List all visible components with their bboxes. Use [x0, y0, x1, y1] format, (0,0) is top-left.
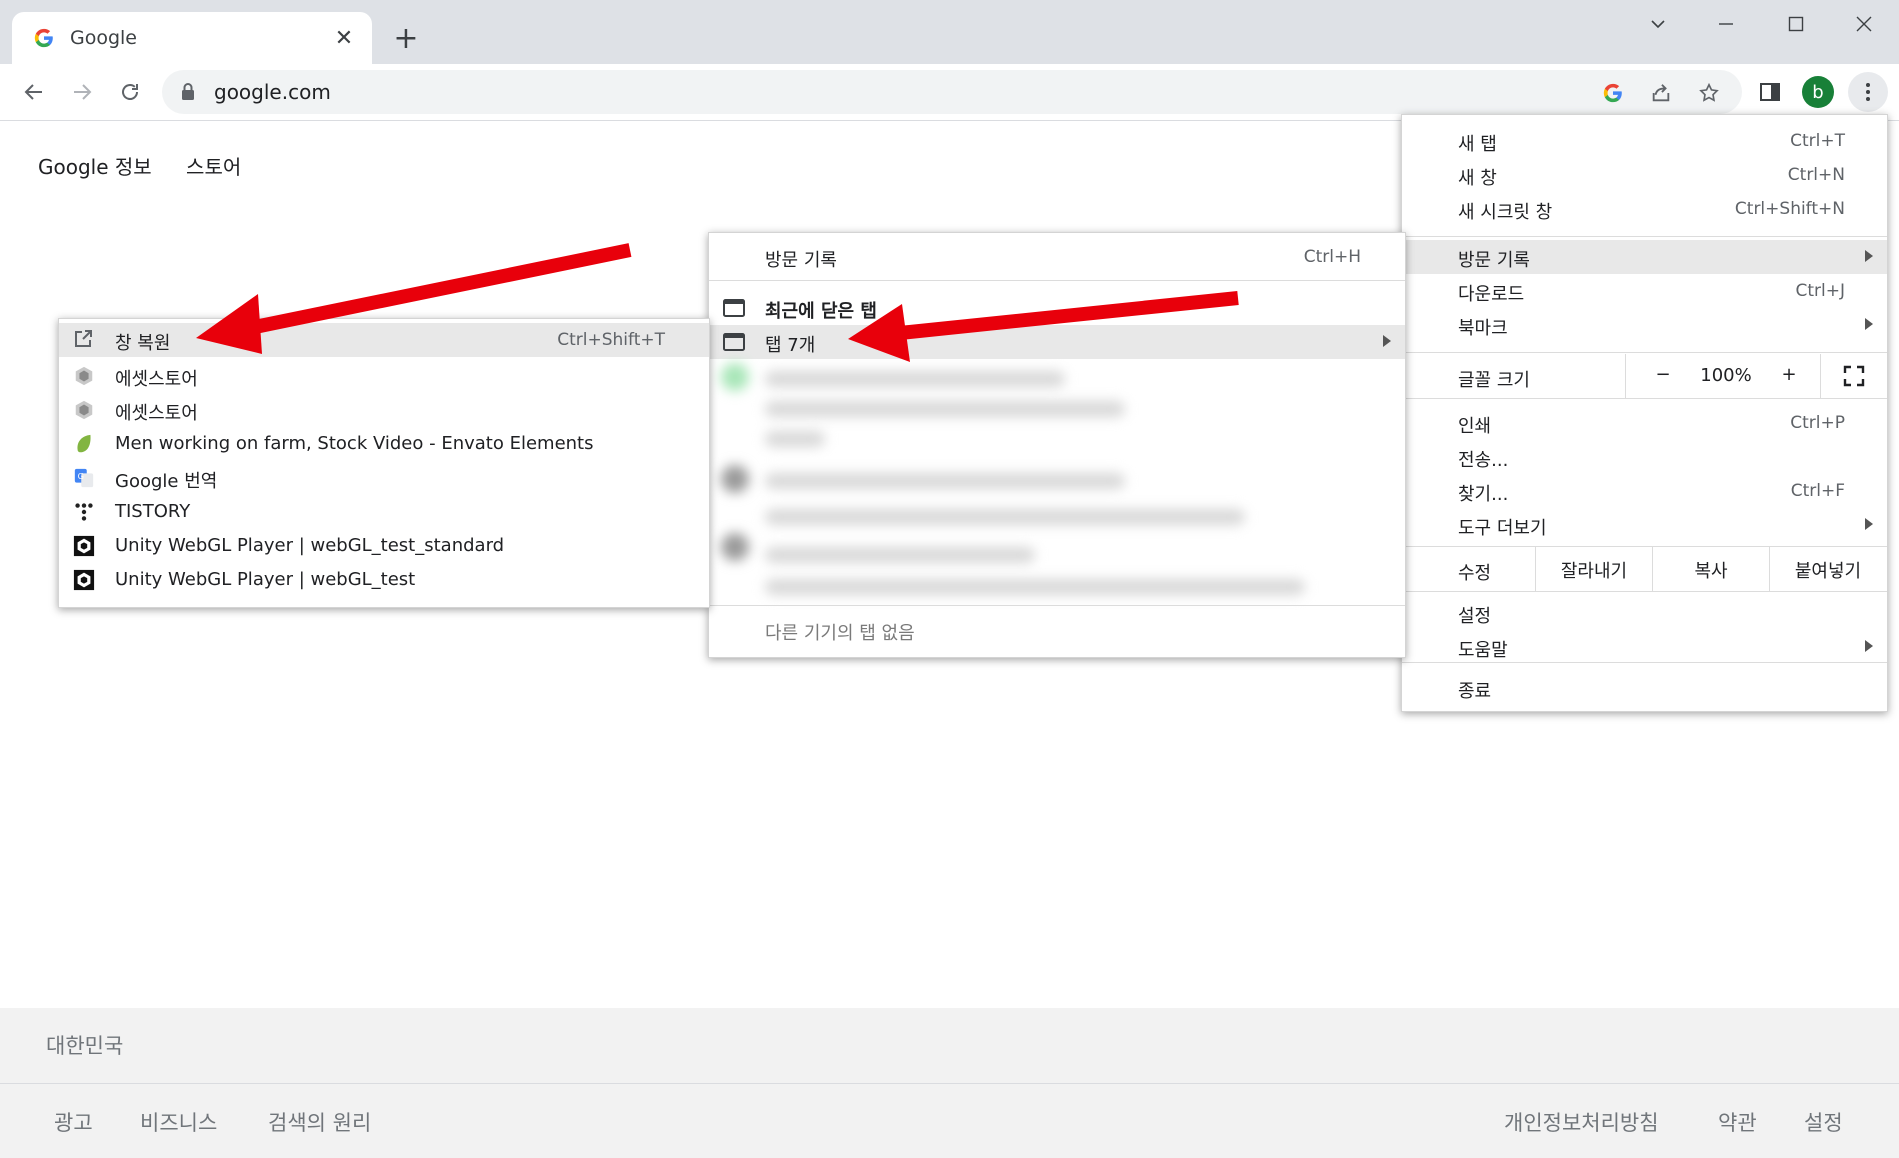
forward-arrow-icon[interactable] [62, 72, 102, 112]
menu-item-bookmarks[interactable]: 북마크 [1402, 308, 1887, 342]
unity-icon [73, 535, 95, 562]
menu-item-edit: 수정 잘라내기 복사 붙여넣기 [1402, 547, 1887, 591]
tab-strip: Google ✕ + [0, 0, 1899, 64]
history-menu-recently-closed-heading: 최근에 닫은 탭 [709, 291, 1405, 325]
side-panel-icon[interactable] [1750, 72, 1790, 112]
profile-avatar[interactable]: b [1802, 76, 1834, 108]
paste-button[interactable]: 붙여넣기 [1770, 557, 1886, 583]
back-arrow-icon[interactable] [14, 72, 54, 112]
footer-business-link[interactable]: 비즈니스 [140, 1107, 217, 1137]
fullscreen-icon[interactable] [1834, 364, 1874, 388]
maximize-icon[interactable] [1762, 0, 1830, 48]
menu-item-print[interactable]: 인쇄 Ctrl+P [1402, 406, 1887, 440]
svg-text:G: G [78, 471, 84, 481]
footer-ads-link[interactable]: 광고 [54, 1107, 93, 1137]
google-favicon-icon [32, 26, 56, 50]
closed-tab-item[interactable]: Men working on farm, Stock Video - Envat… [59, 427, 709, 461]
store-link[interactable]: 스토어 [186, 155, 241, 179]
zoom-in-button[interactable]: + [1774, 364, 1804, 385]
new-tab-button[interactable]: + [386, 18, 426, 58]
tabs-submenu: 창 복원 Ctrl+Shift+T 에셋스토어 에셋스토어 Men workin… [58, 318, 710, 608]
unity-icon [73, 399, 95, 426]
address-bar[interactable]: google.com [162, 70, 1742, 114]
window-close-icon[interactable] [1830, 0, 1898, 48]
menu-separator [1402, 398, 1887, 399]
closed-tab-item[interactable]: G Google 번역 [59, 461, 709, 495]
menu-item-new-window[interactable]: 새 창 Ctrl+N [1402, 158, 1887, 192]
menu-item-history[interactable]: 방문 기록 [1402, 240, 1887, 274]
submenu-arrow-icon [1865, 640, 1873, 652]
chrome-main-menu: 새 탭 Ctrl+T 새 창 Ctrl+N 새 시크릿 창 Ctrl+Shift… [1401, 114, 1888, 712]
history-menu-no-other-devices: 다른 기기의 탭 없음 [765, 623, 915, 644]
menu-separator [1402, 591, 1887, 592]
closed-tab-item[interactable]: Unity WebGL Player | webGL_test_standard [59, 529, 709, 563]
menu-separator [709, 280, 1405, 281]
menu-item-zoom: 글꼴 크기 − 100% + [1402, 354, 1887, 398]
toolbar: google.com b [0, 64, 1899, 121]
star-bookmark-icon[interactable] [1698, 82, 1720, 104]
google-lens-icon[interactable] [1602, 82, 1624, 104]
submenu-arrow-icon [1865, 318, 1873, 330]
history-menu-item-history[interactable]: 방문 기록 Ctrl+H [709, 240, 1405, 274]
menu-separator [1402, 662, 1887, 663]
menu-item-cast[interactable]: 전송... [1402, 440, 1887, 474]
submenu-arrow-icon [1865, 250, 1873, 262]
envato-leaf-icon [73, 433, 95, 460]
google-translate-icon: G [73, 467, 95, 494]
menu-item-help[interactable]: 도움말 [1402, 630, 1887, 664]
footer-terms-link[interactable]: 약관 [1718, 1107, 1757, 1137]
menu-separator [709, 605, 1405, 606]
menu-item-downloads[interactable]: 다운로드 Ctrl+J [1402, 274, 1887, 308]
window-icon [723, 299, 745, 322]
tab-google[interactable]: Google ✕ [12, 12, 372, 64]
tistory-icon [73, 501, 95, 528]
share-icon[interactable] [1650, 82, 1672, 104]
menu-separator [1402, 352, 1887, 353]
cut-button[interactable]: 잘라내기 [1536, 557, 1652, 583]
menu-item-incognito[interactable]: 새 시크릿 창 Ctrl+Shift+N [1402, 192, 1887, 226]
top-links: Google 정보 스토어 [38, 151, 269, 180]
unity-icon [73, 365, 95, 392]
copy-button[interactable]: 복사 [1653, 557, 1769, 583]
minimize-icon[interactable] [1692, 0, 1760, 48]
window-icon [723, 333, 745, 356]
footer: 대한민국 광고 비즈니스 검색의 원리 개인정보처리방침 약관 설정 [0, 1008, 1899, 1158]
more-vert-icon[interactable] [1848, 72, 1888, 112]
zoom-level: 100% [1700, 365, 1752, 386]
closed-tab-item[interactable]: TISTORY [59, 495, 709, 529]
menu-item-settings[interactable]: 설정 [1402, 596, 1887, 630]
open-in-new-icon [73, 329, 93, 354]
tab-search-chevron-icon[interactable] [1624, 0, 1692, 48]
footer-how-search-works-link[interactable]: 검색의 원리 [268, 1107, 371, 1137]
footer-divider [0, 1083, 1899, 1084]
closed-tab-item[interactable]: 에셋스토어 [59, 359, 709, 393]
about-google-link[interactable]: Google 정보 [38, 155, 152, 179]
unity-icon [73, 569, 95, 596]
submenu-arrow-icon [1383, 335, 1391, 347]
menu-item-find[interactable]: 찾기... Ctrl+F [1402, 474, 1887, 508]
menu-item-new-tab[interactable]: 새 탭 Ctrl+T [1402, 124, 1887, 158]
history-submenu: 방문 기록 Ctrl+H 최근에 닫은 탭 탭 7개 다른 기기의 탭 없음 [708, 232, 1406, 658]
submenu-arrow-icon [1865, 518, 1873, 530]
closed-tab-item[interactable]: 에셋스토어 [59, 393, 709, 427]
menu-item-exit[interactable]: 종료 [1402, 671, 1887, 705]
url-text: google.com [214, 80, 331, 104]
footer-settings-link[interactable]: 설정 [1804, 1107, 1843, 1137]
lock-icon[interactable] [180, 82, 196, 106]
footer-privacy-link[interactable]: 개인정보처리방침 [1504, 1107, 1659, 1137]
history-menu-tabs-group[interactable]: 탭 7개 [709, 325, 1405, 359]
close-icon[interactable]: ✕ [328, 22, 360, 54]
footer-country: 대한민국 [46, 1034, 124, 1058]
menu-separator [1402, 236, 1887, 237]
zoom-out-button[interactable]: − [1648, 364, 1678, 385]
reload-icon[interactable] [110, 72, 150, 112]
tab-title: Google [70, 27, 138, 49]
closed-tab-item[interactable]: Unity WebGL Player | webGL_test [59, 563, 709, 597]
menu-item-more-tools[interactable]: 도구 더보기 [1402, 508, 1887, 542]
restore-window-item[interactable]: 창 복원 Ctrl+Shift+T [59, 323, 709, 357]
